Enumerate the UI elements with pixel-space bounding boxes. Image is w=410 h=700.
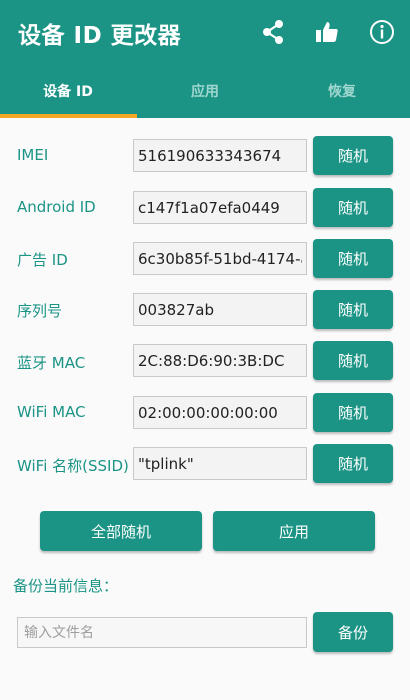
backup-filename-input[interactable] (17, 617, 307, 648)
tab-restore[interactable]: 恢复 (274, 64, 410, 118)
serial-random-button[interactable]: 随机 (313, 290, 393, 329)
backup-label: 备份当前信息： (13, 577, 119, 595)
backup-button[interactable]: 备份 (313, 612, 393, 652)
app-title: 设备 ID 更改器 (18, 23, 182, 49)
like-button[interactable] (309, 14, 345, 50)
serial-label: 序列号 (17, 302, 63, 320)
android-id-label: Android ID (17, 198, 96, 216)
tab-bar: 设备 ID 应用 恢复 (0, 64, 410, 118)
serial-field[interactable] (133, 293, 307, 326)
imei-random-button[interactable]: 随机 (313, 136, 393, 175)
thumbs-up-icon (316, 22, 338, 42)
share-icon (263, 20, 283, 44)
ad-id-field[interactable] (133, 242, 307, 275)
tab-device-id[interactable]: 设备 ID (0, 64, 136, 118)
bluetooth-mac-label: 蓝牙 MAC (17, 354, 86, 372)
wifi-mac-field[interactable] (133, 396, 307, 429)
info-button[interactable] (364, 14, 400, 50)
wifi-mac-label: WiFi MAC (17, 403, 86, 421)
wifi-ssid-field[interactable] (133, 447, 307, 480)
apply-button[interactable]: 应用 (213, 511, 375, 551)
ad-id-label: 广告 ID (17, 251, 68, 269)
wifi-ssid-label: WiFi 名称(SSID) (17, 457, 129, 475)
wifi-mac-random-button[interactable]: 随机 (313, 393, 393, 432)
share-button[interactable] (255, 14, 291, 50)
bluetooth-mac-random-button[interactable]: 随机 (313, 341, 393, 380)
imei-label: IMEI (17, 146, 49, 164)
android-id-random-button[interactable]: 随机 (313, 188, 393, 227)
android-id-field[interactable] (133, 191, 307, 224)
randomize-all-button[interactable]: 全部随机 (40, 511, 202, 551)
wifi-ssid-random-button[interactable]: 随机 (313, 444, 393, 483)
app-bar: 设备 ID 更改器 (0, 0, 410, 64)
info-icon (370, 20, 394, 44)
tab-apps[interactable]: 应用 (137, 64, 273, 118)
bluetooth-mac-field[interactable] (133, 344, 307, 377)
ad-id-random-button[interactable]: 随机 (313, 239, 393, 278)
active-tab-indicator (0, 114, 137, 118)
imei-field[interactable] (133, 139, 307, 172)
